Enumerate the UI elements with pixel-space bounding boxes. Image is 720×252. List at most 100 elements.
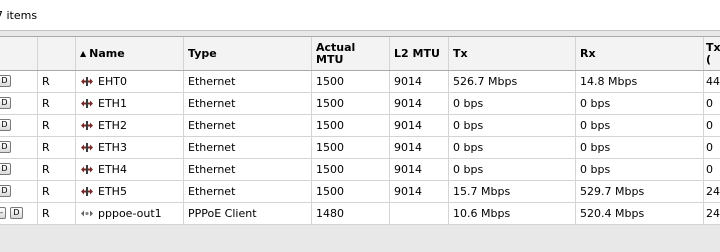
actual-mtu-cell: 1500 — [312, 115, 390, 136]
flag-cell: R — [38, 181, 76, 202]
tx-cell: 526.7 Mbps — [449, 71, 576, 92]
name-cell[interactable]: ETH2 — [76, 115, 184, 136]
type-cell: Ethernet — [184, 181, 312, 202]
type-cell: Ethernet — [184, 93, 312, 114]
actual-mtu-cell: 1500 — [312, 137, 390, 158]
header-type-label: Type — [188, 46, 217, 60]
type-cell: Ethernet — [184, 137, 312, 158]
tx-cell: 0 bps — [449, 93, 576, 114]
extra-cell: 44 — [706, 75, 720, 88]
actual-mtu-cell: 1500 — [312, 71, 390, 92]
table-row[interactable]: D R ETH4 Ethernet 1500 9014 0 bps 0 bps … — [0, 159, 720, 181]
table-row[interactable]: D R ETH3 Ethernet 1500 9014 0 bps 0 bps … — [0, 137, 720, 159]
header-actual-mtu-label: Actual MTU — [316, 40, 356, 66]
interface-name: ETH1 — [98, 97, 127, 110]
row-actions: D — [0, 181, 38, 202]
rx-cell: 14.8 Mbps — [576, 71, 704, 92]
header-actions — [0, 37, 38, 70]
disable-button[interactable]: D — [10, 207, 23, 219]
rx-cell: 0 bps — [576, 93, 704, 114]
interface-name: ETH5 — [98, 185, 127, 198]
l2-mtu-cell: 9014 — [390, 93, 449, 114]
header-extra[interactable]: Tx ( — [704, 37, 720, 70]
extra-cell: 24 — [706, 185, 720, 198]
type-cell: PPPoE Client — [184, 203, 312, 224]
table-row[interactable]: D R EHT0 Ethernet 1500 9014 526.7 Mbps 1… — [0, 71, 720, 93]
interface-name: ETH3 — [98, 141, 127, 154]
interface-name: EHT0 — [98, 75, 127, 88]
ethernet-icon — [80, 120, 94, 131]
disable-button[interactable]: D — [0, 185, 11, 197]
row-actions: D — [0, 115, 38, 136]
ethernet-icon — [80, 142, 94, 153]
l2-mtu-cell: 9014 — [390, 181, 449, 202]
flag-cell: R — [38, 137, 76, 158]
minus-button[interactable]: - — [0, 207, 6, 219]
name-cell[interactable]: ETH5 — [76, 181, 184, 202]
disable-button[interactable]: D — [0, 119, 11, 131]
interface-name: ETH2 — [98, 119, 127, 132]
ethernet-icon — [80, 186, 94, 197]
ethernet-icon — [80, 76, 94, 87]
l2-mtu-cell — [390, 203, 449, 224]
header-rx-label: Rx — [580, 46, 596, 60]
rx-cell: 0 bps — [576, 137, 704, 158]
header-rx[interactable]: Rx — [576, 37, 704, 70]
name-cell[interactable]: ETH1 — [76, 93, 184, 114]
disable-button[interactable]: D — [0, 163, 11, 175]
extra-cell: 0 — [706, 163, 713, 176]
table-row[interactable]: D R ETH2 Ethernet 1500 9014 0 bps 0 bps … — [0, 115, 720, 137]
actual-mtu-cell: 1500 — [312, 93, 390, 114]
row-actions: D — [0, 93, 38, 114]
header-actual-mtu[interactable]: Actual MTU — [312, 37, 390, 70]
interface-name: ETH4 — [98, 163, 127, 176]
sort-ascending-icon: ▲ — [80, 48, 87, 58]
tx-cell: 0 bps — [449, 159, 576, 180]
table-row[interactable]: D R ETH1 Ethernet 1500 9014 0 bps 0 bps … — [0, 93, 720, 115]
tx-cell: 0 bps — [449, 137, 576, 158]
header-l2-mtu[interactable]: L2 MTU — [390, 37, 449, 70]
header-tx-label: Tx — [453, 46, 468, 60]
flag-cell: R — [38, 93, 76, 114]
actual-mtu-cell: 1500 — [312, 181, 390, 202]
ethernet-icon — [80, 164, 94, 175]
row-actions: -D — [0, 203, 38, 224]
flag-cell: R — [38, 71, 76, 92]
name-cell[interactable]: ETH3 — [76, 137, 184, 158]
rx-cell: 529.7 Mbps — [576, 181, 704, 202]
name-cell[interactable]: ETH4 — [76, 159, 184, 180]
extra-cell: 0 — [706, 141, 713, 154]
flag-cell: R — [38, 115, 76, 136]
toolbar: 7 items — [0, 0, 720, 31]
header-extra-label: Tx ( — [706, 40, 720, 66]
extra-cell: 0 — [706, 97, 713, 110]
table-body: D R EHT0 Ethernet 1500 9014 526.7 Mbps 1… — [0, 71, 720, 225]
header-name[interactable]: ▲ Name — [76, 37, 184, 70]
rx-cell: 0 bps — [576, 159, 704, 180]
flag-cell: R — [38, 159, 76, 180]
flag-cell: R — [38, 203, 76, 224]
header-name-label: Name — [89, 46, 125, 60]
rx-cell: 0 bps — [576, 115, 704, 136]
table-row[interactable]: D R ETH5 Ethernet 1500 9014 15.7 Mbps 52… — [0, 181, 720, 203]
row-actions: D — [0, 159, 38, 180]
type-cell: Ethernet — [184, 159, 312, 180]
name-cell[interactable]: EHT0 — [76, 71, 184, 92]
table-row[interactable]: -D R pppoe-out1 PPPoE Client 1480 10.6 M… — [0, 203, 720, 225]
disable-button[interactable]: D — [0, 141, 11, 153]
l2-mtu-cell: 9014 — [390, 115, 449, 136]
table-header: ▲ Name Type Actual MTU L2 MTU Tx Rx Tx ( — [0, 37, 720, 71]
disable-button[interactable]: D — [0, 75, 11, 87]
l2-mtu-cell: 9014 — [390, 137, 449, 158]
interface-table: ▲ Name Type Actual MTU L2 MTU Tx Rx Tx (… — [0, 36, 720, 225]
actual-mtu-cell: 1480 — [312, 203, 390, 224]
interface-name: pppoe-out1 — [98, 207, 162, 220]
header-type[interactable]: Type — [184, 37, 312, 70]
l2-mtu-cell: 9014 — [390, 159, 449, 180]
disable-button[interactable]: D — [0, 97, 11, 109]
name-cell[interactable]: pppoe-out1 — [76, 203, 184, 224]
item-count: 7 items — [0, 9, 38, 22]
header-tx[interactable]: Tx — [449, 37, 576, 70]
rx-cell: 520.4 Mbps — [576, 203, 704, 224]
header-l2-mtu-label: L2 MTU — [394, 46, 440, 60]
